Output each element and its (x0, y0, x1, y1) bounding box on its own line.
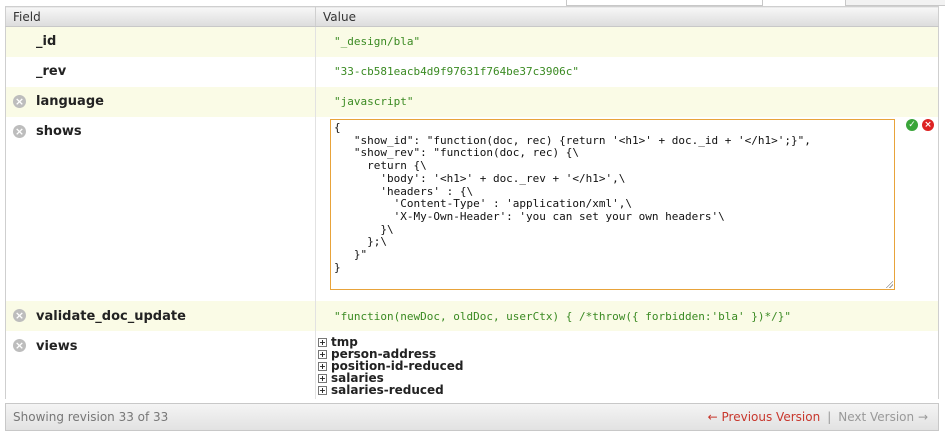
field-key-views: views (36, 339, 78, 354)
expand-icon[interactable]: + (318, 386, 327, 395)
field-column-header: Field (5, 6, 316, 27)
field-value-id[interactable]: "_design/bla" (334, 35, 420, 48)
field-key-id: _id (36, 34, 57, 49)
revision-footer: Showing revision 33 of 33 ← Previous Ver… (5, 403, 939, 431)
delete-field-icon[interactable]: × (13, 125, 26, 138)
next-version-link: Next Version → (838, 410, 928, 424)
nav-separator: | (827, 410, 832, 424)
view-label: salaries-reduced (331, 383, 444, 397)
expand-icon[interactable]: + (318, 362, 327, 371)
field-key-validate-doc-update: validate_doc_update (36, 309, 186, 324)
revision-status: Showing revision 33 of 33 (13, 410, 169, 424)
field-value-validate-doc-update[interactable]: "function(newDoc, oldDoc, userCtx) { /*t… (334, 310, 791, 323)
table-row-views: × views + tmp + person-address + position-i… (5, 331, 939, 399)
field-key-language: language (36, 94, 104, 109)
cancel-edit-icon[interactable]: × (922, 119, 934, 131)
shows-editor-text[interactable]: { "show_id": "function(doc, rec) {return… (331, 120, 894, 274)
field-value-language[interactable]: "javascript" (334, 95, 413, 108)
delete-field-icon[interactable]: × (13, 339, 26, 352)
document-fields-table: Field Value _id "_design/bla" _rev "33-c… (5, 6, 939, 399)
shows-value-editor[interactable]: { "show_id": "function(doc, rec) {return… (330, 119, 895, 290)
value-column-header: Value (315, 6, 939, 27)
table-row-id: _id "_design/bla" (5, 26, 939, 57)
delete-field-icon[interactable]: × (13, 309, 26, 322)
table-row-language: × language "javascript" (5, 87, 939, 117)
field-key-rev: _rev (36, 64, 67, 79)
expand-icon[interactable]: + (318, 350, 327, 359)
save-edit-icon[interactable]: ✓ (906, 119, 918, 131)
views-tree: + tmp + person-address + position-id-reduce… (318, 336, 463, 396)
field-value-rev[interactable]: "33-cb581eacb4d9f97631f764be37c3906c" (334, 65, 579, 78)
expand-icon[interactable]: + (318, 374, 327, 383)
previous-version-link[interactable]: ← Previous Version (708, 410, 821, 424)
resize-grip-icon[interactable] (885, 280, 893, 288)
view-item-salaries-reduced[interactable]: + salaries-reduced (318, 384, 463, 396)
delete-field-icon[interactable]: × (13, 95, 26, 108)
table-row-shows: × shows { "show_id": "function(doc, rec)… (5, 117, 939, 301)
expand-icon[interactable]: + (318, 338, 327, 347)
table-row-rev: _rev "33-cb581eacb4d9f97631f764be37c3906… (5, 57, 939, 87)
revision-nav: ← Previous Version | Next Version → (708, 410, 928, 424)
field-key-shows: shows (36, 124, 82, 139)
table-row-validate-doc-update: × validate_doc_update "function(newDoc, … (5, 301, 939, 331)
